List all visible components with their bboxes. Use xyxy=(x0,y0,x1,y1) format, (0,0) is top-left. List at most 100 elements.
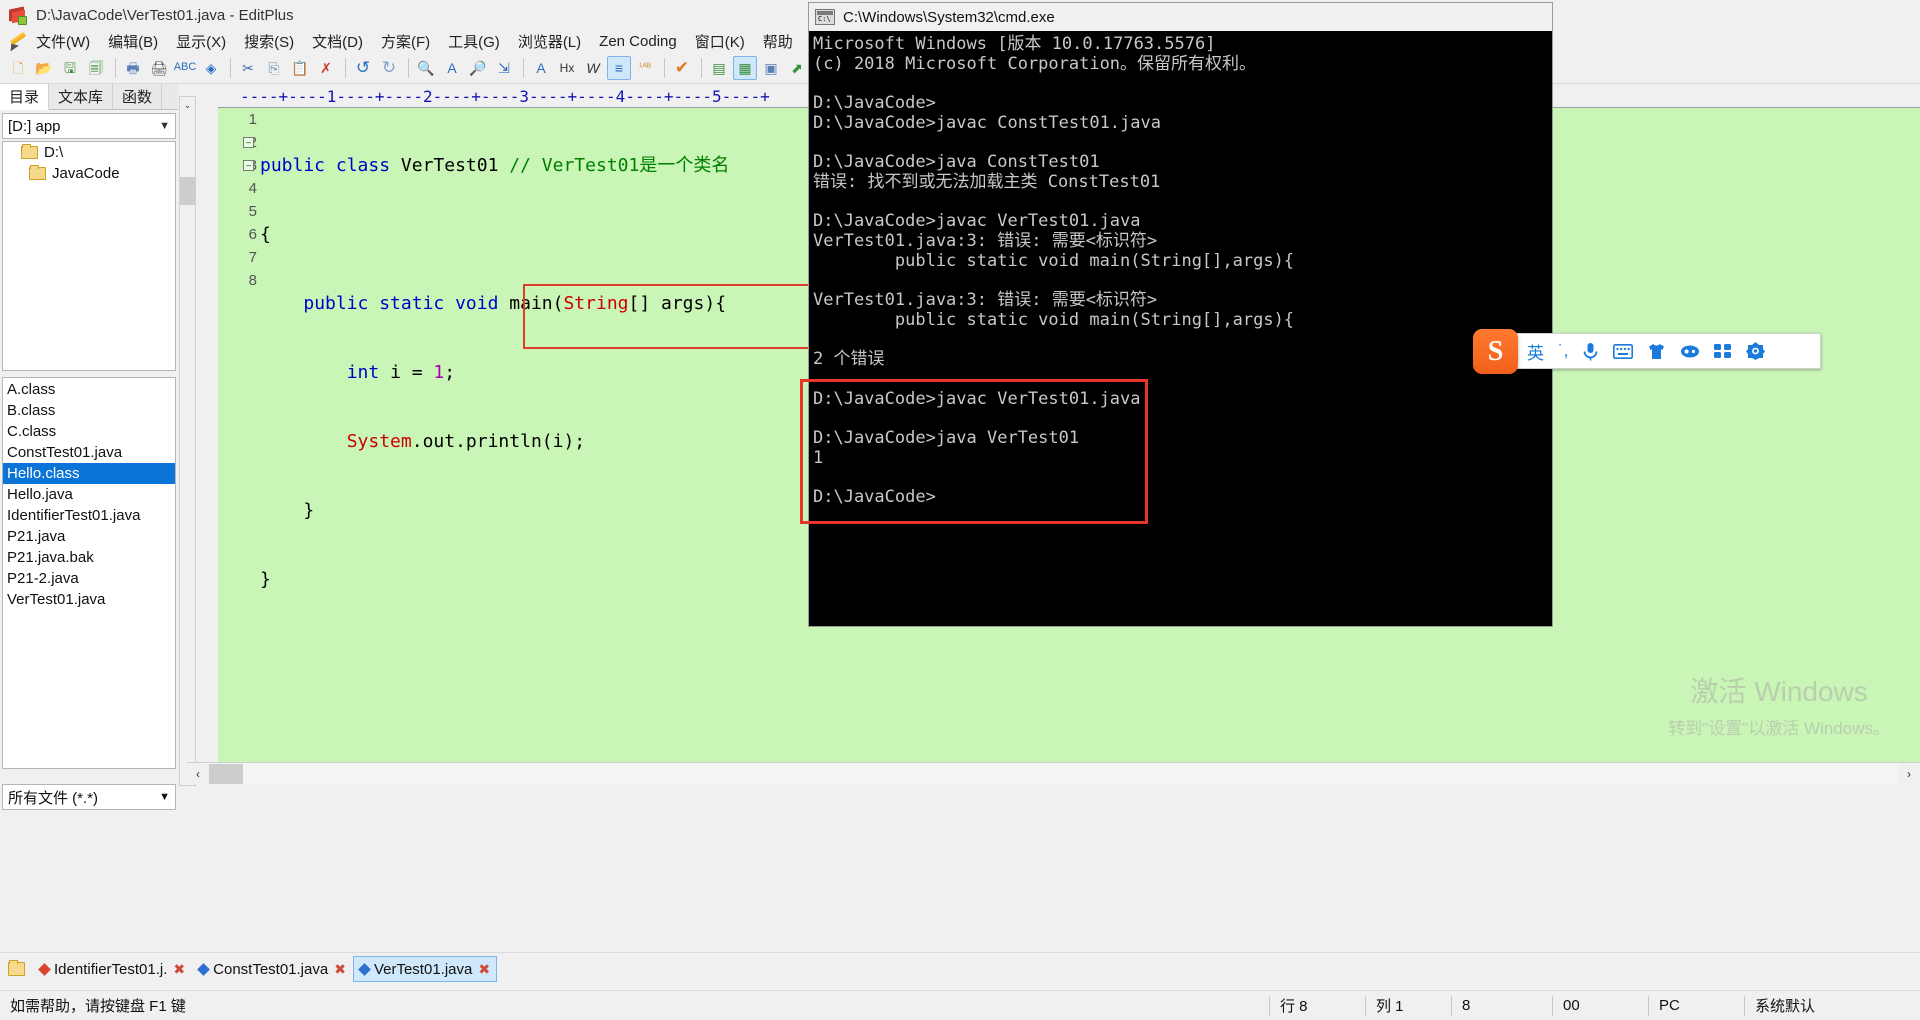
file-list[interactable]: A.class B.class C.class ConstTest01.java… xyxy=(2,377,176,769)
spell-check-button[interactable]: ABC xyxy=(173,56,197,80)
editor-horizontal-scrollbar[interactable]: ‹ › xyxy=(187,762,1920,784)
cmd-window[interactable]: C:\Windows\System32\cmd.exe Microsoft Wi… xyxy=(808,2,1553,627)
ime-voice-input-icon[interactable] xyxy=(1582,342,1599,361)
list-item[interactable]: IdentifierTest01.java xyxy=(3,505,175,526)
hscrollbar-track[interactable] xyxy=(243,764,1898,784)
list-item[interactable]: P21.java.bak xyxy=(3,547,175,568)
redo-button[interactable]: ↻ xyxy=(377,56,401,80)
list-item-selected[interactable]: Hello.class xyxy=(3,463,175,484)
sogou-ime-toolbar[interactable]: S 英 ˙, xyxy=(1480,333,1821,369)
save-all-button[interactable]: 🗐 xyxy=(84,56,108,80)
scrollbar-thumb[interactable] xyxy=(180,177,195,205)
chevron-down-icon[interactable]: ⌄ xyxy=(180,97,195,114)
fold-toggle-line3[interactable]: – xyxy=(243,160,254,171)
folder-icon[interactable] xyxy=(8,962,25,976)
menu-item-tools[interactable]: 工具(G) xyxy=(446,30,502,53)
ime-soft-keyboard-icon[interactable] xyxy=(1613,344,1633,359)
list-item[interactable]: VerTest01.java xyxy=(3,589,175,610)
replace-button[interactable]: A xyxy=(440,56,464,80)
cut-button[interactable]: ✂ xyxy=(236,56,260,80)
tab-consttest01[interactable]: ConstTest01.java ✖ xyxy=(192,956,353,982)
sidebar-tab-function[interactable]: 函数 xyxy=(113,84,162,109)
drive-selector[interactable]: [D:] app ▼ xyxy=(2,113,176,139)
menu-item-search[interactable]: 搜索(S) xyxy=(242,30,296,53)
list-view-button[interactable]: ▤ xyxy=(707,56,731,80)
save-file-button[interactable]: 🖫 xyxy=(58,56,82,80)
file-filter-selector[interactable]: 所有文件 (*.*) ▼ xyxy=(2,784,176,810)
line-number-gutter: 1 2 3 4 5 6 7 8 – – xyxy=(218,108,260,784)
fold-toggle-line2[interactable]: – xyxy=(243,137,254,148)
menu-item-file[interactable]: 文件(W) xyxy=(34,30,92,53)
menu-item-window[interactable]: 窗口(K) xyxy=(693,30,747,53)
print-button[interactable]: 🖨 xyxy=(147,56,171,80)
pencil-icon xyxy=(8,32,28,50)
ime-language-mode-button[interactable]: 英 xyxy=(1527,339,1544,364)
find-in-files-button[interactable]: 🔎 xyxy=(466,56,490,80)
list-item[interactable]: Hello.java xyxy=(3,484,175,505)
directory-tree[interactable]: D:\ JavaCode xyxy=(2,141,176,371)
toggle-indent-button[interactable]: ≡ xyxy=(607,56,631,80)
tab-identifiertest01[interactable]: IdentifierTest01.j. ✖ xyxy=(33,956,192,982)
cmd-annotation-box xyxy=(800,379,1148,524)
scroll-right-icon[interactable]: › xyxy=(1898,764,1920,784)
tree-item-label: JavaCode xyxy=(52,165,120,182)
tab-vertest01[interactable]: VerTest01.java ✖ xyxy=(353,956,497,982)
hscrollbar-thumb[interactable] xyxy=(209,764,243,784)
chevron-down-icon[interactable]: ▼ xyxy=(159,120,170,132)
menu-item-edit[interactable]: 编辑(B) xyxy=(106,30,160,53)
close-icon[interactable]: ✖ xyxy=(334,961,346,978)
external-window-button[interactable]: ⬈ xyxy=(785,56,809,80)
list-item[interactable]: A.class xyxy=(3,379,175,400)
new-file-button[interactable]: 🗋 xyxy=(6,56,30,80)
list-item[interactable]: B.class xyxy=(3,400,175,421)
paste-button[interactable]: 📋 xyxy=(288,56,312,80)
ime-toolbox-icon[interactable] xyxy=(1714,343,1732,359)
undo-button[interactable]: ↺ xyxy=(351,56,375,80)
sidebar-tab-cliptext[interactable]: 文本库 xyxy=(49,84,113,109)
browser-preview-button[interactable]: ◈ xyxy=(199,56,223,80)
menu-item-help[interactable]: 帮助 xyxy=(761,30,795,53)
copy-button[interactable]: ⎘ xyxy=(262,56,286,80)
ime-skin-icon[interactable] xyxy=(1647,343,1666,360)
list-item[interactable]: P21-2.java xyxy=(3,568,175,589)
menu-item-document[interactable]: 文档(D) xyxy=(310,30,365,53)
list-item[interactable]: ConstTest01.java xyxy=(3,442,175,463)
close-icon[interactable]: ✖ xyxy=(173,961,185,978)
word-wrap-button[interactable]: W xyxy=(581,56,605,80)
tree-item-javacode[interactable]: JavaCode xyxy=(3,163,175,184)
cmd-console-output[interactable]: Microsoft Windows [版本 10.0.17763.5576] (… xyxy=(809,31,1552,626)
ime-emoji-icon[interactable] xyxy=(1680,344,1700,359)
menu-item-browser[interactable]: 浏览器(L) xyxy=(516,30,583,53)
ime-punctuation-icon[interactable]: ˙, xyxy=(1558,341,1568,361)
delete-button[interactable]: ✗ xyxy=(314,56,338,80)
ime-settings-icon[interactable] xyxy=(1746,342,1765,360)
hex-view-button[interactable]: Hx xyxy=(555,56,579,80)
preview-pane-button[interactable]: ▣ xyxy=(759,56,783,80)
close-icon[interactable]: ✖ xyxy=(478,961,490,978)
print-preview-button[interactable]: 🖶 xyxy=(121,56,145,80)
checkmark-button[interactable]: ✔ xyxy=(670,56,694,80)
toolbar-separator xyxy=(115,58,116,78)
file-marker-icon xyxy=(197,963,210,976)
menu-item-project[interactable]: 方案(F) xyxy=(379,30,432,53)
code-annotation-box xyxy=(523,284,830,349)
line-numbers-button[interactable]: ¹ᴬᴮ xyxy=(633,56,657,80)
menu-item-zen-coding[interactable]: Zen Coding xyxy=(597,32,679,51)
sidebar-scrollbar[interactable]: ⌄ xyxy=(179,96,196,786)
menu-item-view[interactable]: 显示(X) xyxy=(174,30,228,53)
tree-item-root[interactable]: D:\ xyxy=(3,142,175,163)
sogou-logo-icon[interactable]: S xyxy=(1473,329,1518,374)
list-item[interactable]: P21.java xyxy=(3,526,175,547)
sidebar-tab-directory[interactable]: 目录 xyxy=(0,84,49,110)
split-view-button[interactable]: ▦ xyxy=(733,56,757,80)
goto-line-button[interactable]: ⇲ xyxy=(492,56,516,80)
line-number: 7 xyxy=(218,246,260,269)
chevron-down-icon[interactable]: ▼ xyxy=(159,791,170,803)
find-button[interactable]: 🔍 xyxy=(414,56,438,80)
line-number: 6 xyxy=(218,223,260,246)
list-item[interactable]: C.class xyxy=(3,421,175,442)
format-button[interactable]: A xyxy=(529,56,553,80)
watermark-line2: 转到"设置"以激活 Windows。 xyxy=(1668,714,1890,739)
open-file-button[interactable]: 📂 xyxy=(32,56,56,80)
scroll-left-icon[interactable]: ‹ xyxy=(187,764,209,784)
